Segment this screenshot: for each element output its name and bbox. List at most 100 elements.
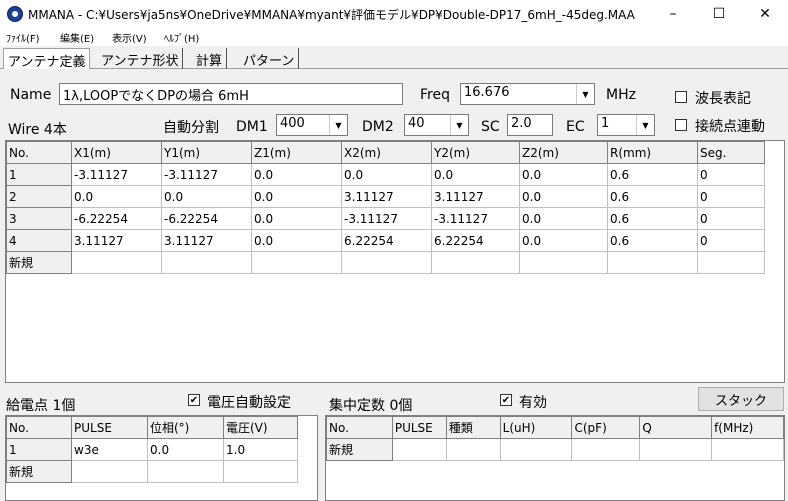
table-cell[interactable]: -3.11127 [431,207,520,230]
table-cell[interactable] [519,251,608,274]
table-cell[interactable]: 0 [697,207,765,230]
table-cell[interactable] [71,460,148,483]
chevron-down-icon[interactable]: ▼ [450,115,468,135]
row-number[interactable]: 4 [6,229,72,252]
table-cell[interactable] [711,438,784,461]
app-icon [7,6,23,22]
new-row-label[interactable]: 新規 [326,438,393,461]
table-cell[interactable] [251,251,342,274]
table-row: 3 -6.22254 -6.22254 0.0 -3.11127 -3.1112… [6,207,765,230]
name-input[interactable]: 1λ,LOOPでなくDPの場合 6mH [59,83,403,105]
table-cell[interactable] [147,460,224,483]
loads-title: 集中定数 0個 [329,398,413,414]
new-row-label[interactable]: 新規 [6,251,72,274]
table-row: 1 w3e 0.0 1.0 [6,438,298,461]
table-cell[interactable] [341,251,432,274]
table-cell[interactable]: 0.6 [607,163,698,186]
table-cell[interactable]: 0.0 [71,185,162,208]
table-cell[interactable]: -3.11127 [341,207,432,230]
table-cell[interactable] [697,251,765,274]
row-number[interactable]: 1 [6,438,72,461]
menu-edit[interactable]: 編集(E) [60,30,94,45]
table-cell[interactable]: 0.0 [251,207,342,230]
chevron-down-icon[interactable]: ▼ [636,115,654,135]
table-cell[interactable] [571,438,641,461]
table-cell[interactable]: 0.0 [431,163,520,186]
menu-help[interactable]: ﾍﾙﾌﾟ(H) [164,30,199,45]
tab-antenna-definition[interactable]: アンテナ定義 [3,48,91,70]
chevron-down-icon[interactable]: ▼ [329,115,347,135]
row-number[interactable]: 2 [6,185,72,208]
row-number[interactable]: 3 [6,207,72,230]
table-cell[interactable]: 0.0 [161,185,252,208]
column-header: 電圧(V) [223,416,298,439]
column-header: C(pF) [571,416,641,439]
table-cell[interactable] [223,460,298,483]
column-header: 種類 [445,416,501,439]
table-cell[interactable]: 0 [697,185,765,208]
table-cell[interactable]: -3.11127 [161,163,252,186]
loads-table-header: No. PULSE 種類 L(uH) C(pF) Q f(MHz) [326,416,784,439]
ec-combo[interactable]: 1 ▼ [597,114,655,136]
table-cell[interactable]: 6.22254 [341,229,432,252]
table-cell[interactable]: 3.11127 [71,229,162,252]
table-cell[interactable]: 0 [697,229,765,252]
table-cell[interactable]: 0.0 [251,185,342,208]
tab-calculation[interactable]: 計算 [192,48,228,69]
table-cell[interactable]: 0.6 [607,207,698,230]
wavelength-checkbox[interactable] [675,91,687,103]
freq-combo[interactable]: 16.676 ▼ [460,83,595,105]
feed-table-header: No. PULSE 位相(°) 電圧(V) [6,416,298,439]
table-row: 2 0.0 0.0 0.0 3.11127 3.11127 0.0 0.6 0 [6,185,765,208]
table-cell[interactable] [431,251,520,274]
chevron-down-icon[interactable]: ▼ [576,84,594,104]
table-cell[interactable]: 0.6 [607,185,698,208]
table-cell[interactable]: -3.11127 [71,163,162,186]
table-cell[interactable]: 3.11127 [431,185,520,208]
loads-table-panel: No. PULSE 種類 L(uH) C(pF) Q f(MHz) 新規 [325,415,785,501]
table-cell[interactable]: 0.0 [341,163,432,186]
table-cell[interactable] [607,251,698,274]
table-cell[interactable]: 0 [697,163,765,186]
sc-input[interactable]: 2.0 [507,114,553,136]
maximize-button[interactable]: ☐ [696,0,742,28]
table-cell[interactable]: 0.0 [251,163,342,186]
table-cell[interactable]: 3.11127 [161,229,252,252]
table-cell[interactable]: 3.11127 [341,185,432,208]
table-cell[interactable]: 0.0 [147,438,224,461]
table-cell[interactable]: 0.0 [519,229,608,252]
close-button[interactable]: ✕ [742,0,788,28]
tab-antenna-shape[interactable]: アンテナ形状 [97,48,184,69]
table-cell[interactable]: w3e [71,438,148,461]
table-cell[interactable] [161,251,252,274]
sc-label: SC [481,119,500,135]
tab-pattern[interactable]: パターン [239,48,300,69]
minimize-button[interactable]: – [650,0,696,28]
table-cell[interactable] [639,438,713,461]
table-cell[interactable]: -6.22254 [161,207,252,230]
table-cell[interactable] [71,251,162,274]
table-cell[interactable]: 0.0 [519,185,608,208]
table-cell[interactable]: 0.0 [251,229,342,252]
table-cell[interactable] [391,438,447,461]
table-cell[interactable]: -6.22254 [71,207,162,230]
dm2-label: DM2 [362,119,394,135]
table-cell[interactable]: 0.6 [607,229,698,252]
stack-button[interactable]: スタック [698,387,784,411]
table-cell[interactable]: 6.22254 [431,229,520,252]
new-row-label[interactable]: 新規 [6,460,72,483]
auto-voltage-checkbox[interactable]: ✔ [188,394,200,406]
junction-checkbox[interactable] [675,119,687,131]
table-cell[interactable] [445,438,501,461]
table-cell[interactable]: 0.0 [519,207,608,230]
table-cell[interactable]: 1.0 [223,438,298,461]
dm1-combo[interactable]: 400 ▼ [276,114,348,136]
dm2-combo[interactable]: 40 ▼ [404,114,469,136]
table-row-new: 新規 [326,438,784,461]
loads-enabled-checkbox[interactable]: ✔ [500,394,512,406]
menu-file[interactable]: ﾌｧｲﾙ(F) [6,30,40,45]
menu-view[interactable]: 表示(V) [112,30,147,45]
row-number[interactable]: 1 [6,163,72,186]
table-cell[interactable]: 0.0 [519,163,608,186]
table-cell[interactable] [499,438,573,461]
